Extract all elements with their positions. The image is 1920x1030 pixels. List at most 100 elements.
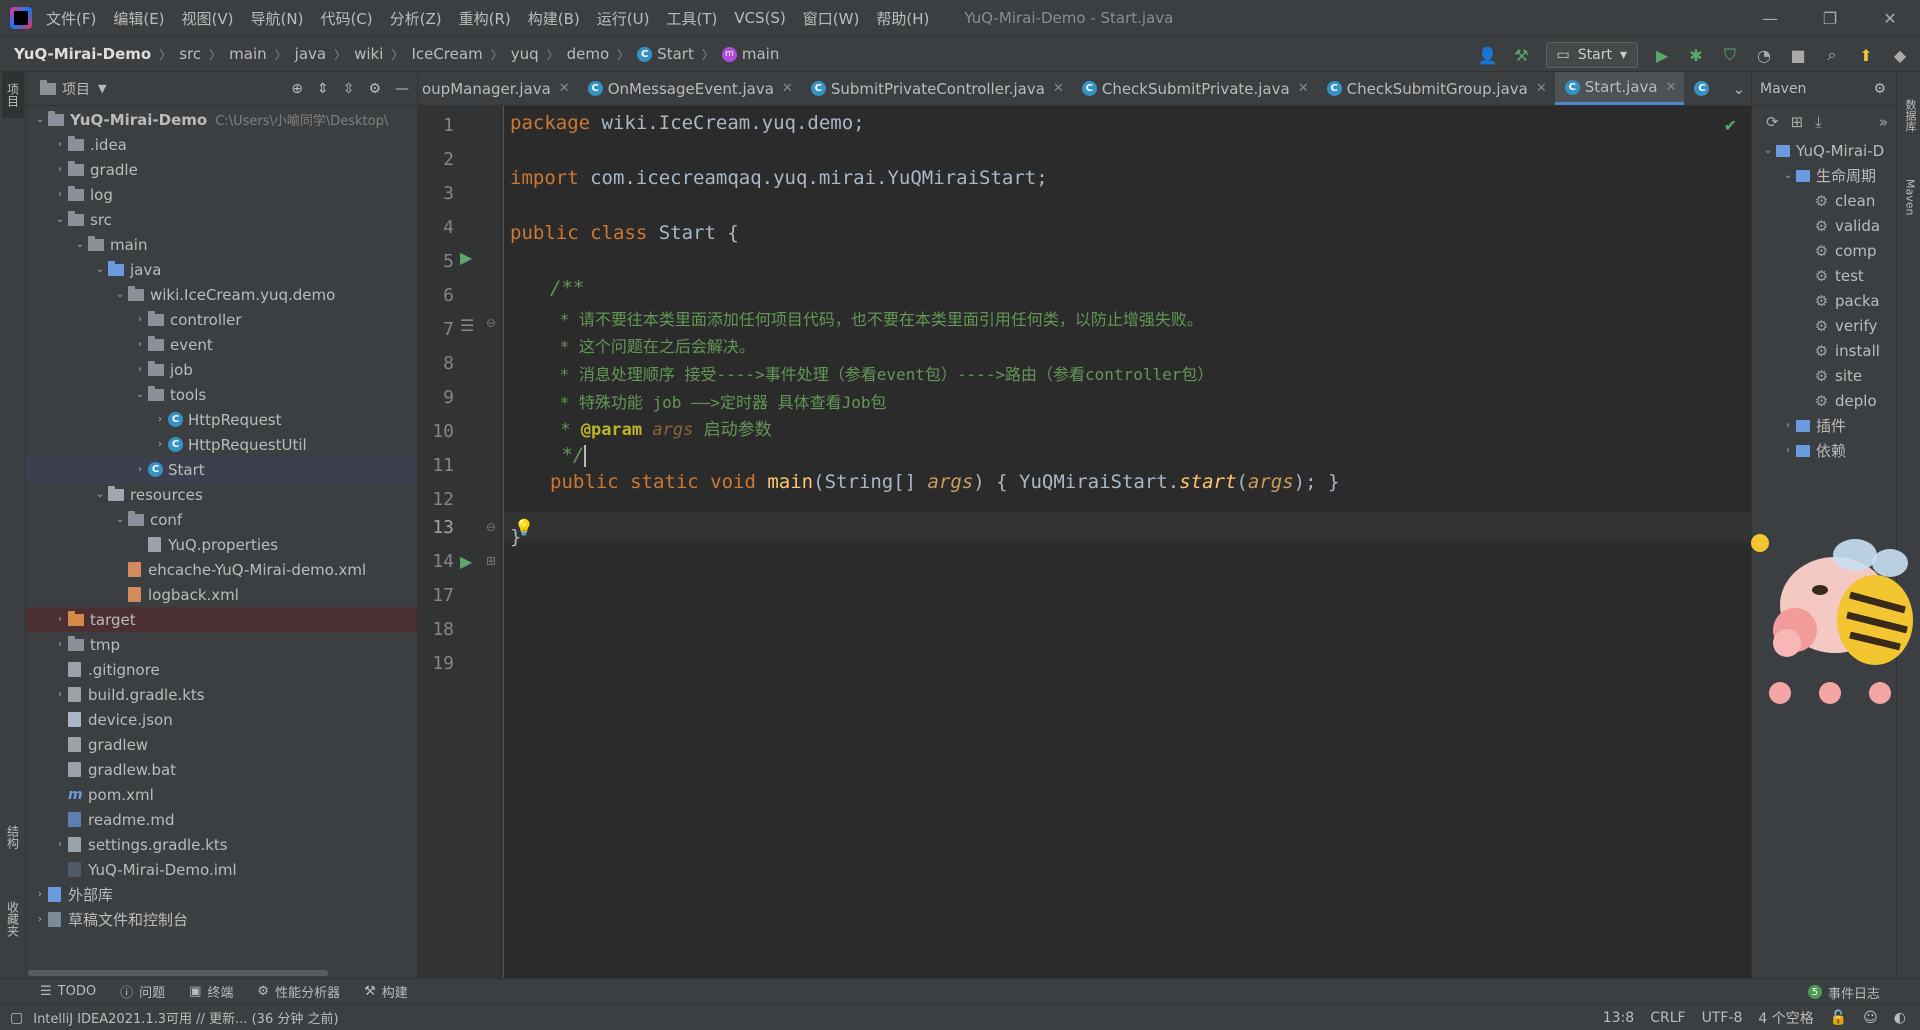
chevron-right-icon[interactable]: › [152, 414, 168, 425]
chevron-right-icon[interactable]: › [132, 464, 148, 475]
menu-build[interactable]: 构建(B) [528, 8, 580, 29]
chevron-down-icon[interactable]: ⌄ [112, 514, 128, 525]
no-problems-check-icon[interactable]: ✔ [1724, 116, 1737, 135]
chevron-down-icon[interactable]: ⌄ [72, 239, 88, 250]
tab-checksubmitprivate[interactable]: C CheckSubmitPrivate.java ✕ [1072, 72, 1317, 105]
chevron-right-icon[interactable]: › [52, 139, 68, 150]
collapse-all-icon[interactable]: ⇳ [343, 81, 355, 97]
todo-tool-button[interactable]: ☰ TODO [40, 984, 96, 999]
chevron-right-icon[interactable]: › [52, 164, 68, 175]
maven-goal-site[interactable]: ⚙ site [1752, 363, 1896, 388]
breadcrumb-main[interactable]: main [229, 45, 266, 63]
menu-window[interactable]: 窗口(W) [803, 8, 860, 29]
close-icon[interactable]: ✕ [1053, 81, 1064, 96]
tree-item-httprequestutil[interactable]: › C HttpRequestUtil [26, 432, 417, 457]
menu-code[interactable]: 代码(C) [320, 8, 372, 29]
tree-item-log[interactable]: › log [26, 182, 417, 207]
project-horizontal-scrollbar[interactable] [26, 968, 417, 978]
maven-goal-clean[interactable]: ⚙ clean [1752, 188, 1896, 213]
tree-item-target[interactable]: › target [26, 607, 417, 632]
tab-checksubmitgroup[interactable]: C CheckSubmitGroup.java ✕ [1317, 72, 1555, 105]
close-icon[interactable]: ✕ [1666, 80, 1677, 95]
chevron-right-icon[interactable]: › [132, 314, 148, 325]
chevron-right-icon[interactable]: › [52, 614, 68, 625]
download-icon[interactable]: ⤓ [1815, 113, 1822, 131]
tree-item-src[interactable]: ⌄ src [26, 207, 417, 232]
hide-icon[interactable]: — [395, 81, 409, 97]
close-icon[interactable]: ✕ [1536, 81, 1547, 96]
chevron-right-icon[interactable]: › [32, 889, 48, 900]
breadcrumb-method[interactable]: m main [721, 45, 779, 63]
maven-tool-tab[interactable]: Maven [1899, 162, 1920, 232]
close-icon[interactable]: ✕ [782, 81, 793, 96]
maven-goal-verify[interactable]: ⚙ verify [1752, 313, 1896, 338]
fold-icon[interactable]: ⊖ [486, 520, 496, 534]
event-log-button[interactable]: 5 事件日志 [1807, 979, 1880, 1005]
breadcrumb-icecream[interactable]: IceCream [411, 45, 482, 63]
tree-item-external-libraries[interactable]: › 外部库 [26, 882, 417, 907]
stop-icon[interactable]: ■ [1788, 46, 1808, 65]
code-editor[interactable]: 1 2 3 4 5 6 7 8 9 10 11 12 13 14 17 18 1… [418, 106, 1751, 978]
chevron-down-icon[interactable]: ⌄ [132, 389, 148, 400]
chevron-down-icon[interactable]: ⌄ [32, 114, 48, 125]
maven-goal-compile[interactable]: ⚙ comp [1752, 238, 1896, 263]
file-encoding[interactable]: UTF-8 [1702, 1010, 1743, 1026]
line-separator[interactable]: CRLF [1650, 1010, 1685, 1026]
chevron-down-icon[interactable]: ⌄ [92, 489, 108, 500]
gear-icon[interactable]: ⚙ [368, 81, 381, 97]
run-gutter-icon[interactable]: ▶ [460, 552, 472, 571]
tree-item-project-root[interactable]: ⌄ YuQ-Mirai-Demo C:\Users\小喻同学\Desktop\ [26, 107, 417, 132]
tree-item-iml[interactable]: YuQ-Mirai-Demo.iml [26, 857, 417, 882]
reload-icon[interactable]: ⟳ [1766, 113, 1779, 131]
tree-item-yuq-properties[interactable]: YuQ.properties [26, 532, 417, 557]
lightbulb-icon[interactable]: 💡 [514, 518, 534, 537]
status-toggle-icon[interactable]: ▢ [10, 1010, 23, 1026]
breadcrumb-yuq[interactable]: yuq [511, 45, 539, 63]
inspector-icon[interactable]: ☺ [1863, 1010, 1878, 1026]
maven-project-item[interactable]: ⌄ YuQ-Mirai-D [1752, 138, 1896, 163]
chevron-down-icon[interactable]: ⌄ [1780, 170, 1796, 181]
menu-file[interactable]: 文件(F) [46, 8, 96, 29]
breadcrumb-java[interactable]: java [295, 45, 326, 63]
tree-item-package[interactable]: ⌄ wiki.IceCream.yuq.demo [26, 282, 417, 307]
menu-run[interactable]: 运行(U) [597, 8, 650, 29]
chevron-right-icon[interactable]: › [52, 689, 68, 700]
tab-start[interactable]: C Start.java ✕ [1554, 72, 1685, 105]
run-config-select[interactable]: ▭ Start ▾ [1545, 42, 1638, 68]
menu-edit[interactable]: 编辑(E) [113, 8, 164, 29]
memory-icon[interactable]: ◐ [1894, 1010, 1906, 1026]
chevron-right-icon[interactable]: › [132, 364, 148, 375]
gear-icon[interactable]: ⚙ [1873, 81, 1886, 97]
chevron-right-icon[interactable]: › [52, 839, 68, 850]
tree-item-job[interactable]: › job [26, 357, 417, 382]
menu-help[interactable]: 帮助(H) [876, 8, 929, 29]
close-window-icon[interactable]: ✕ [1860, 0, 1920, 36]
user-icon[interactable]: 👤 [1478, 46, 1498, 65]
run-gutter-icon[interactable]: ▶ [460, 248, 472, 267]
tree-item-resources[interactable]: ⌄ resources [26, 482, 417, 507]
chevron-right-icon[interactable]: › [32, 914, 48, 925]
breadcrumb-demo[interactable]: demo [567, 45, 610, 63]
chevron-right-icon[interactable]: › [152, 439, 168, 450]
run-icon[interactable]: ▶ [1652, 46, 1672, 65]
tree-item-main[interactable]: ⌄ main [26, 232, 417, 257]
tree-item-event[interactable]: › event [26, 332, 417, 357]
expand-all-icon[interactable]: ⇕ [317, 81, 329, 97]
tab-groupmanager[interactable]: oupManager.java ✕ [418, 72, 578, 105]
menu-navigate[interactable]: 导航(N) [251, 8, 304, 29]
chevron-down-icon[interactable]: ⌄ [52, 214, 68, 225]
tree-item-device-json[interactable]: device.json [26, 707, 417, 732]
restore-icon[interactable]: ❐ [1800, 0, 1860, 36]
indent-setting[interactable]: 4 个空格 [1758, 1008, 1813, 1028]
tree-item-build-gradle[interactable]: › build.gradle.kts [26, 682, 417, 707]
chevron-right-icon[interactable]: › [1780, 445, 1796, 456]
breadcrumb-wiki[interactable]: wiki [354, 45, 383, 63]
render-doc-icon[interactable]: ☰ [460, 316, 474, 335]
tree-item-gradle[interactable]: › gradle [26, 157, 417, 182]
tree-item-controller[interactable]: › controller [26, 307, 417, 332]
search-icon[interactable]: ⌕ [1822, 45, 1842, 65]
problems-tool-button[interactable]: ⓘ 问题 [120, 982, 165, 1001]
tree-item-tools[interactable]: ⌄ tools [26, 382, 417, 407]
maven-goal-validate[interactable]: ⚙ valida [1752, 213, 1896, 238]
tree-item-readme[interactable]: readme.md [26, 807, 417, 832]
